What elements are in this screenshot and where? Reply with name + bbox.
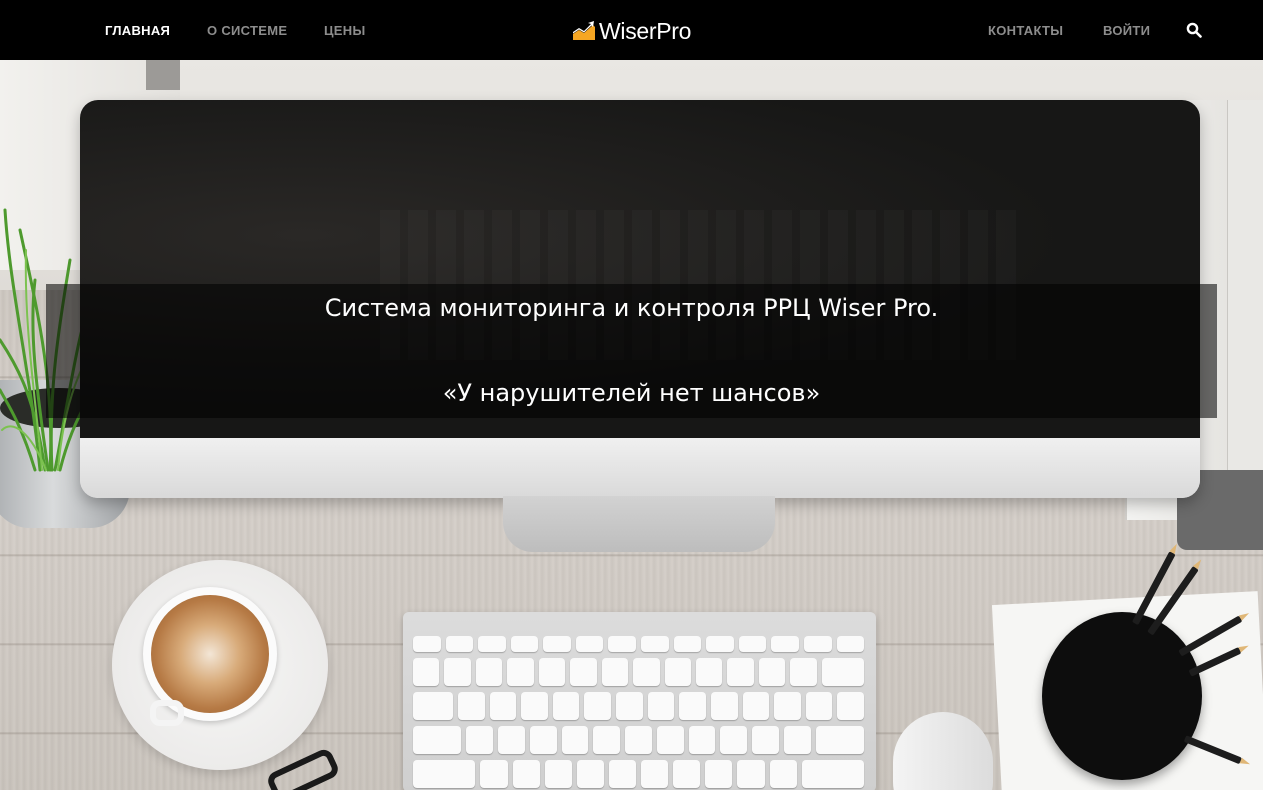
rising-chart-icon [573, 21, 595, 40]
top-navigation-bar: ГЛАВНАЯ О СИСТЕМЕ ЦЕНЫ WiserPro КОНТАКТЫ… [0, 0, 1263, 60]
hero-tagline: «У нарушителей нет шансов» [442, 379, 821, 407]
nav-link-contacts[interactable]: КОНТАКТЫ [988, 0, 1063, 60]
nav-link-prices[interactable]: ЦЕНЫ [324, 0, 365, 60]
nav-link-about[interactable]: О СИСТЕМЕ [207, 0, 287, 60]
logo-text: WiserPro [599, 17, 692, 44]
page: Система мониторинга и контроля РРЦ Wiser… [0, 0, 1263, 790]
search-icon[interactable] [1186, 22, 1202, 38]
pencil-cup-image [1038, 612, 1206, 780]
monitor-stand-image [503, 496, 775, 552]
cup-handle-image [150, 700, 184, 726]
nav-link-home[interactable]: ГЛАВНАЯ [105, 0, 170, 60]
hero-title: Система мониторинга и контроля РРЦ Wiser… [324, 294, 939, 322]
site-logo[interactable]: WiserPro [572, 15, 691, 47]
hero-section: Система мониторинга и контроля РРЦ Wiser… [0, 60, 1263, 790]
keyboard-image [403, 612, 876, 790]
nav-link-login[interactable]: ВОЙТИ [1103, 0, 1150, 60]
